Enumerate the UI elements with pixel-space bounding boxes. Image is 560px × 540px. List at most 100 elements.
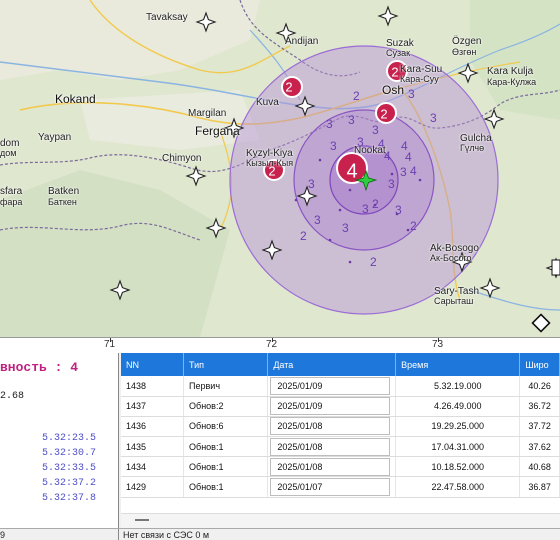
column-header[interactable]: Время — [395, 353, 521, 376]
status-separator — [118, 529, 119, 540]
date-box: 2025/01/09 — [270, 376, 391, 395]
status-bar: 9 Нет связи с СЭС 0 м — [0, 528, 560, 540]
intensity-number: 2 — [353, 89, 360, 103]
arrival-time: 5.32:33.5 — [42, 463, 97, 474]
scroll-thumb[interactable] — [135, 519, 149, 521]
table-row[interactable]: 1438 Первич 2025/01/09 5.32.19.000 40.26 — [121, 376, 560, 397]
intensity-number: 3 — [408, 87, 415, 101]
magnitude-value: 2.68 — [0, 391, 25, 402]
intensity-number: 3 — [395, 203, 402, 217]
events-table[interactable]: NN Тип Дата Время Широ 1438 Первич 2025/01/09 5… — [121, 353, 560, 513]
cell-nn: 1434 — [121, 456, 185, 478]
date-box: 2025/01/08 — [270, 417, 391, 436]
intensity-number: 4 — [405, 150, 412, 164]
place-label-yaypan: Yaypan — [38, 132, 72, 143]
arrival-time: 5.32:37.8 — [42, 493, 97, 504]
cell-date: 2025/01/08 — [267, 456, 397, 478]
cell-time: 22.47.58.000 — [395, 476, 521, 498]
intensity-number: 3 — [400, 165, 407, 179]
app-window: 333332334434343322223343 22224 Tavaksay A… — [0, 0, 560, 540]
cell-time: 19.29.25.000 — [395, 416, 521, 438]
place-label-margilan: Margilan — [188, 108, 227, 119]
longitude-bar — [0, 337, 560, 353]
cell-time: 5.32.19.000 — [395, 376, 521, 397]
cell-type: Обнов:1 — [183, 436, 269, 458]
intensity-number: 3 — [388, 177, 395, 191]
horizontal-scrollbar[interactable] — [121, 513, 560, 528]
intensity-number: 2 — [370, 255, 377, 269]
intensity-number: 3 — [430, 111, 437, 125]
arrival-time: 5.32:37.2 — [42, 478, 97, 489]
place-label-dom-cyr: дом — [0, 148, 17, 158]
intensity-number: 3 — [314, 213, 321, 227]
cell-latitude: 37.62 — [519, 436, 560, 458]
event-info-panel: вность : 4 2.68 5.32:23.5 5.32:30.7 5.32:3… — [0, 353, 119, 528]
cluster-count: 2 — [391, 64, 398, 79]
place-label-osh: Osh — [382, 83, 405, 97]
place-label-kokand: Kokand — [55, 92, 96, 106]
place-label-ak-bosogo-cyr: Ак-Босого — [430, 253, 472, 263]
place-label-isfara: sfara — [0, 186, 23, 197]
cell-nn: 1436 — [121, 416, 185, 438]
column-header[interactable]: Широ — [519, 353, 560, 376]
status-left: 9 — [0, 530, 6, 540]
place-label-uzgen-lat: Özgen — [452, 36, 482, 47]
table-row[interactable]: 1435 Обнов:1 2025/01/08 17.04.31.000 37.62 — [121, 436, 560, 458]
seismic-map[interactable]: 333332334434343322223343 22224 Tavaksay A… — [0, 0, 560, 337]
cluster-count: 4 — [346, 160, 357, 182]
cell-latitude: 37.72 — [519, 416, 560, 438]
cell-latitude: 36.72 — [519, 396, 560, 417]
cell-type: Первич — [183, 376, 269, 397]
intensity-number: 3 — [326, 117, 333, 131]
place-label-chimyon: Chimyon — [162, 153, 202, 164]
cell-type: Обнов:6 — [183, 416, 269, 438]
cell-nn: 1437 — [121, 396, 185, 417]
connection-status: Нет связи с СЭС 0 м — [123, 530, 210, 540]
cell-latitude: 36.87 — [519, 476, 560, 498]
date-box: 2025/01/07 — [270, 478, 391, 497]
cell-type: Обнов:2 — [183, 396, 269, 417]
intensity-number: 3 — [362, 202, 369, 216]
cell-type: Обнов:1 — [183, 456, 269, 478]
place-label-tavaksay: Tavaksay — [146, 12, 188, 23]
intensity-number: 2 — [300, 229, 307, 243]
date-box: 2025/01/08 — [270, 437, 391, 456]
cell-type: Обнов:1 — [183, 476, 269, 498]
arrival-time: 5.32:23.5 — [42, 433, 97, 444]
arrival-time: 5.32:30.7 — [42, 448, 97, 459]
cell-nn: 1438 — [121, 376, 185, 397]
intensity-number: 3 — [330, 139, 337, 153]
place-label-kara-kulja: Kara Kulja — [487, 66, 534, 77]
longitude-label: 71 — [104, 339, 116, 350]
intensity-number: 2 — [410, 219, 417, 233]
cell-nn: 1435 — [121, 436, 185, 458]
cell-time: 10.18.52.000 — [395, 456, 521, 478]
date-box: 2025/01/09 — [270, 397, 391, 416]
cell-time: 4.26.49.000 — [395, 396, 521, 417]
place-label-kuva: Kuva — [256, 97, 279, 108]
intensity-number: 2 — [372, 197, 379, 211]
date-box: 2025/01/08 — [270, 457, 391, 476]
cell-date: 2025/01/08 — [267, 416, 397, 438]
cell-date: 2025/01/09 — [267, 396, 397, 417]
cell-time: 17.04.31.000 — [395, 436, 521, 458]
intensity-header: вность : 4 — [0, 360, 79, 375]
longitude-label: 72 — [266, 339, 278, 350]
table-row[interactable]: 1436 Обнов:6 2025/01/08 19.29.25.000 37.72 — [121, 416, 560, 438]
intensity-number: 3 — [348, 113, 355, 127]
longitude-label: 73 — [432, 339, 444, 350]
cell-date: 2025/01/07 — [267, 476, 397, 498]
table-row[interactable]: 1434 Обнов:1 2025/01/08 10.18.52.000 40.68 — [121, 456, 560, 478]
intensity-number: 4 — [410, 164, 417, 178]
cell-latitude: 40.26 — [519, 376, 560, 397]
place-label-batken: Batken — [48, 186, 80, 197]
place-label-fergana: Fergana — [195, 124, 240, 138]
place-label-nookat: Nookat — [354, 145, 386, 156]
cluster-count: 2 — [380, 106, 387, 121]
column-header[interactable]: NN — [121, 353, 185, 376]
column-header[interactable]: Тип — [183, 353, 269, 376]
column-header[interactable]: Дата — [267, 353, 397, 376]
table-row[interactable]: 1437 Обнов:2 2025/01/09 4.26.49.000 36.72 — [121, 396, 560, 417]
table-row[interactable]: 1429 Обнов:1 2025/01/07 22.47.58.000 36.87 — [121, 476, 560, 498]
cell-date: 2025/01/09 — [267, 376, 397, 397]
